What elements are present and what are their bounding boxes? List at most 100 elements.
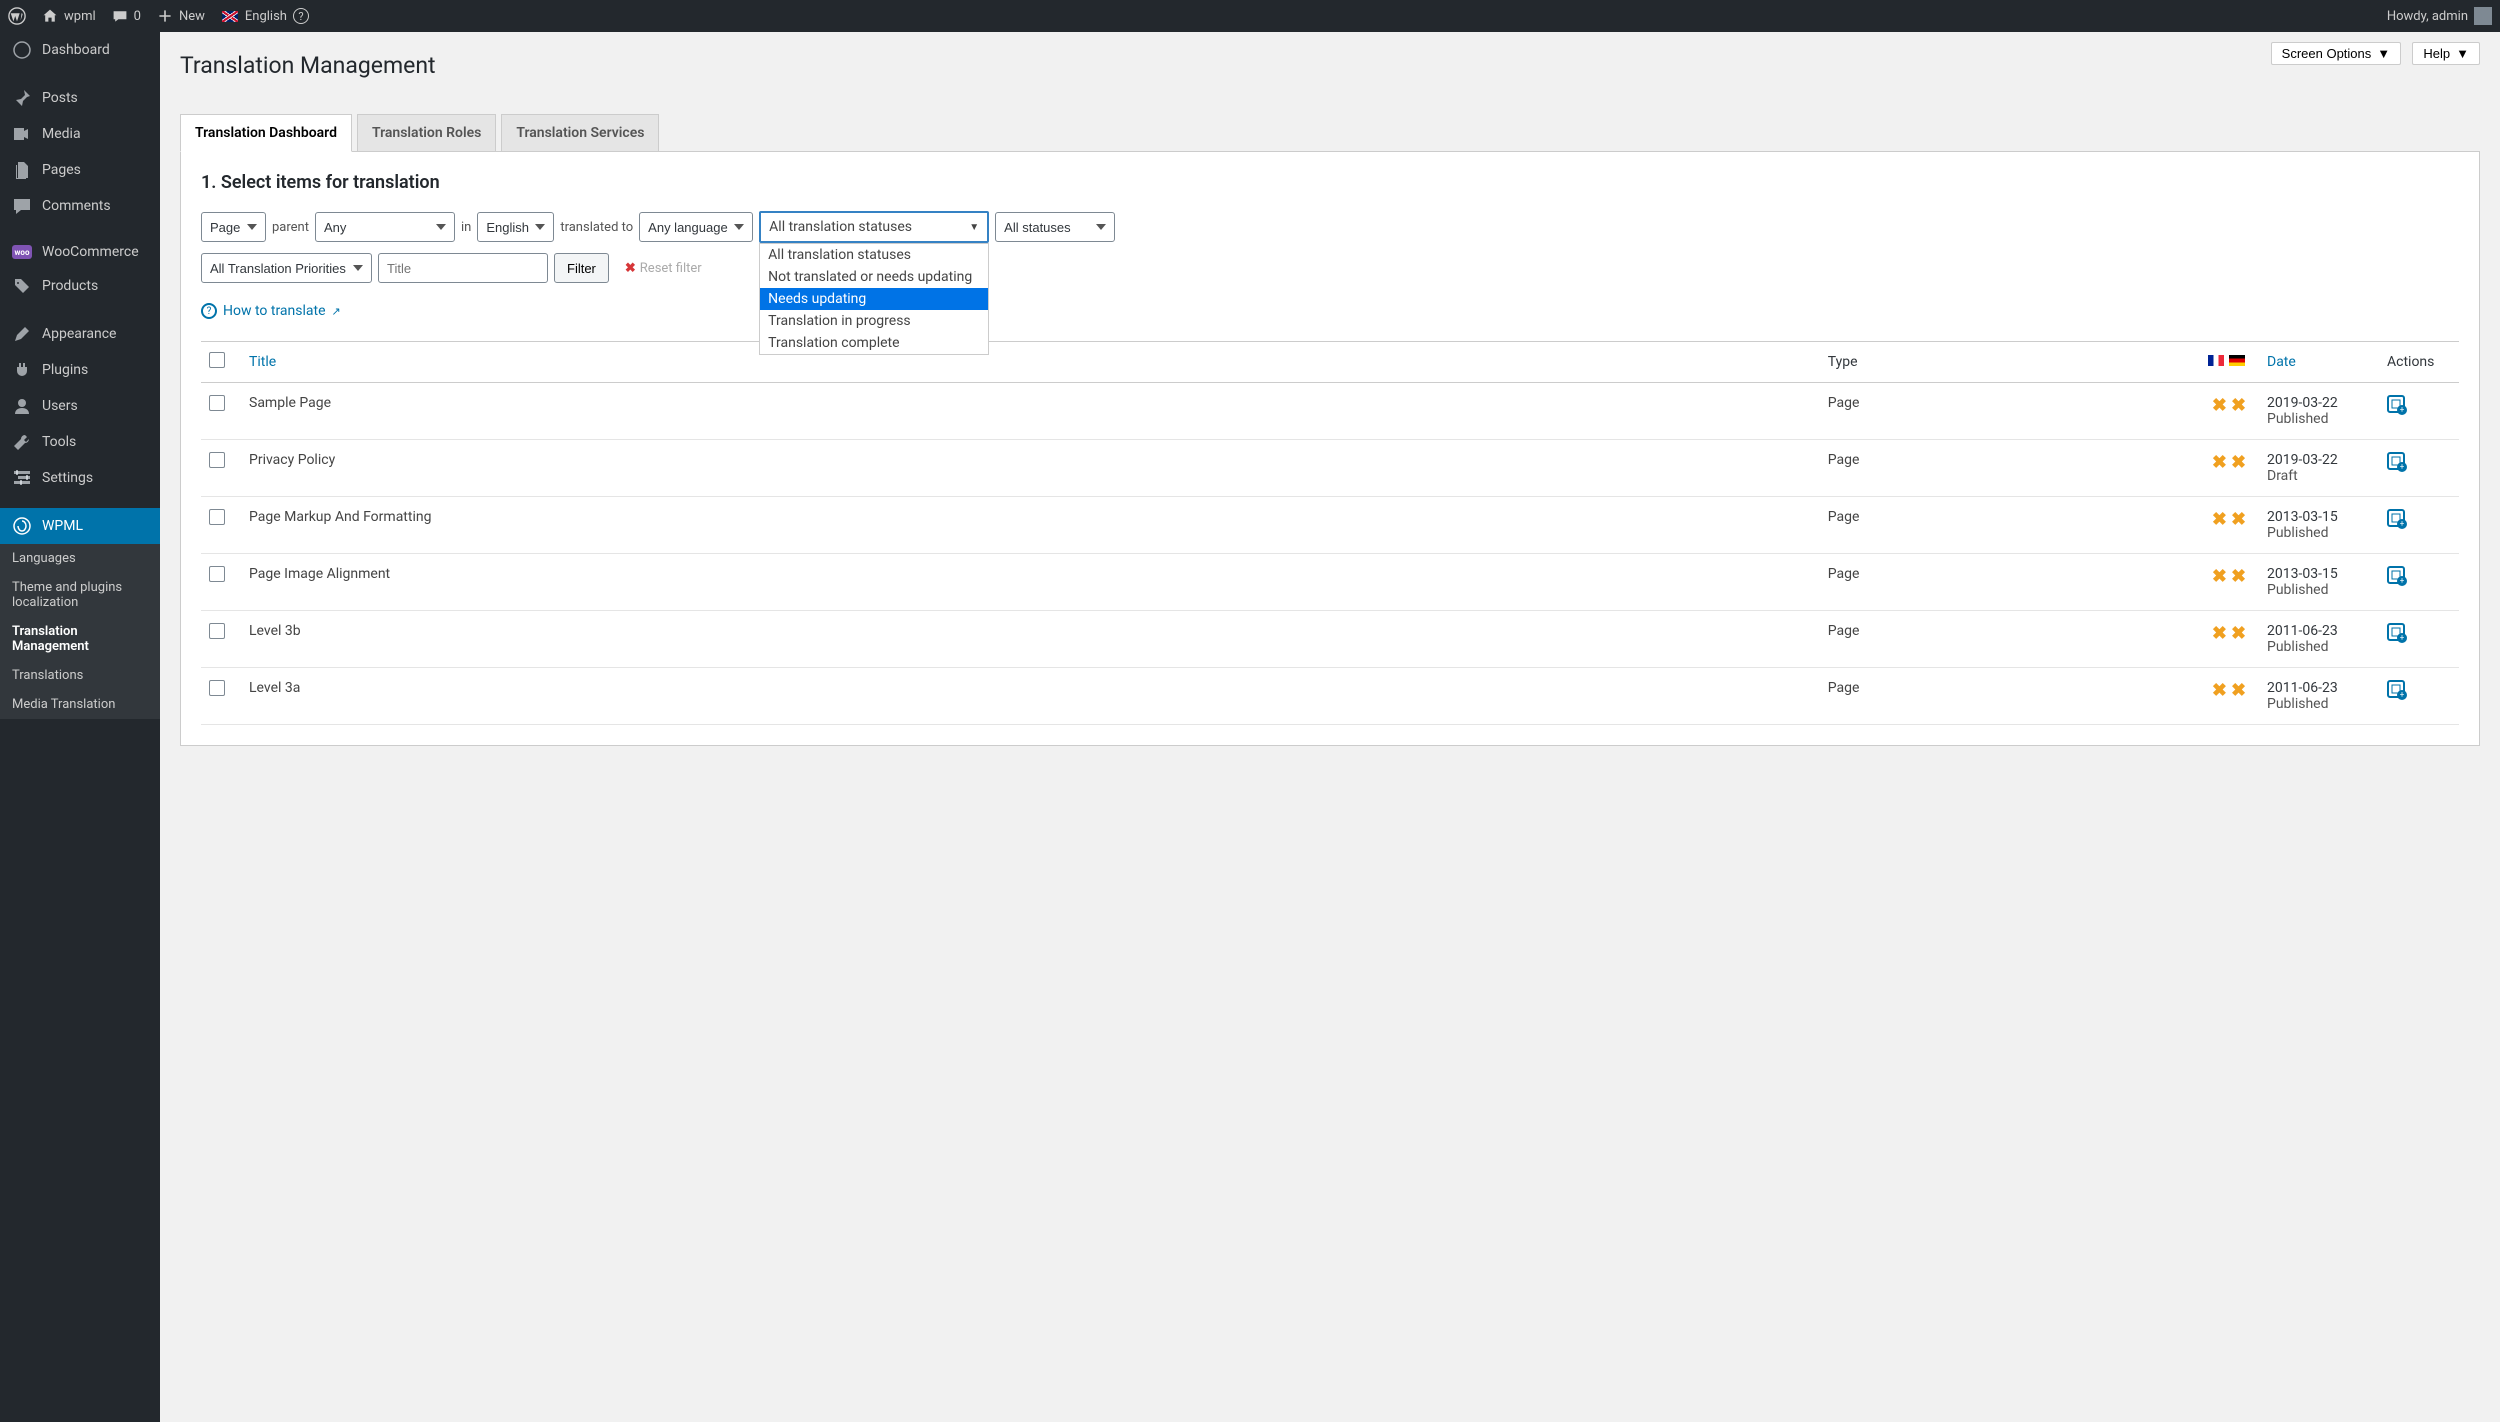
status-option[interactable]: Not translated or needs updating	[760, 266, 988, 288]
table-row: Level 3aPage✖✖2011-06-23Published	[201, 668, 2459, 725]
sidebar-sub-languages[interactable]: Languages	[0, 544, 160, 573]
add-translation-button[interactable]	[2387, 395, 2405, 413]
de-translation-status-icon[interactable]: ✖	[2229, 395, 2248, 416]
row-date: 2019-03-22	[2267, 452, 2371, 468]
fr-translation-status-icon[interactable]: ✖	[2210, 452, 2229, 473]
row-title: Level 3b	[241, 611, 1820, 668]
priority-select[interactable]: All Translation Priorities	[201, 253, 372, 283]
how-to-translate-link[interactable]: ? How to translate ↗	[201, 303, 341, 319]
add-translation-button[interactable]	[2387, 452, 2405, 470]
add-translation-button[interactable]	[2387, 623, 2405, 641]
sidebar-sub-translations[interactable]: Translations	[0, 661, 160, 690]
sidebar-item-plugins[interactable]: Plugins	[0, 352, 160, 388]
sidebar-sub-theme-plugins[interactable]: Theme and plugins localization	[0, 573, 160, 617]
status-option[interactable]: All translation statuses	[760, 244, 988, 266]
comment-icon	[112, 8, 128, 24]
table-row: Page Markup And FormattingPage✖✖2013-03-…	[201, 497, 2459, 554]
reset-filter-link[interactable]: ✖ Reset filter	[625, 261, 702, 276]
sidebar-item-comments[interactable]: Comments	[0, 188, 160, 224]
row-date: 2019-03-22	[2267, 395, 2371, 411]
sidebar-item-settings[interactable]: Settings	[0, 460, 160, 496]
sidebar-item-pages[interactable]: Pages	[0, 152, 160, 188]
sidebar-sub-translation-management[interactable]: Translation Management	[0, 617, 160, 661]
row-date: 2013-03-15	[2267, 509, 2371, 525]
row-checkbox[interactable]	[209, 395, 225, 411]
status-option[interactable]: Needs updating	[760, 288, 988, 310]
fr-translation-status-icon[interactable]: ✖	[2210, 566, 2229, 587]
col-date[interactable]: Date	[2259, 342, 2379, 383]
fr-translation-status-icon[interactable]: ✖	[2210, 395, 2229, 416]
comments-link[interactable]: 0	[112, 8, 141, 24]
wp-logo-icon[interactable]	[8, 7, 26, 25]
external-link-icon: ↗	[332, 305, 341, 318]
table-row: Level 3bPage✖✖2011-06-23Published	[201, 611, 2459, 668]
items-table: Title Type Date Actions Sample PagePage✖…	[201, 341, 2459, 725]
table-row: Sample PagePage✖✖2019-03-22Published	[201, 383, 2459, 440]
de-translation-status-icon[interactable]: ✖	[2229, 566, 2248, 587]
screen-options-button[interactable]: Screen Options ▼	[2271, 42, 2401, 65]
col-type: Type	[1820, 342, 2199, 383]
source-language-select[interactable]: English	[477, 212, 554, 242]
fr-translation-status-icon[interactable]: ✖	[2210, 509, 2229, 530]
row-checkbox[interactable]	[209, 452, 225, 468]
row-title: Level 3a	[241, 668, 1820, 725]
tab-translation-services[interactable]: Translation Services	[501, 114, 659, 152]
tab-translation-dashboard[interactable]: Translation Dashboard	[180, 114, 352, 152]
sidebar-item-tools[interactable]: Tools	[0, 424, 160, 460]
plugins-icon	[12, 360, 32, 380]
de-translation-status-icon[interactable]: ✖	[2229, 680, 2248, 701]
row-date: 2011-06-23	[2267, 623, 2371, 639]
sidebar-item-woocommerce[interactable]: woo WooCommerce	[0, 236, 160, 268]
sidebar-item-wpml[interactable]: WPML	[0, 508, 160, 544]
status-option[interactable]: Translation complete	[760, 332, 988, 354]
tab-translation-roles[interactable]: Translation Roles	[357, 114, 496, 152]
row-status: Published	[2267, 525, 2371, 541]
sidebar-item-products[interactable]: Products	[0, 268, 160, 304]
site-home-link[interactable]: wpml	[42, 8, 96, 24]
publish-status-select[interactable]: All statuses	[995, 212, 1115, 242]
sidebar-item-label: Posts	[42, 90, 78, 106]
select-all-checkbox[interactable]	[209, 352, 225, 368]
fr-translation-status-icon[interactable]: ✖	[2210, 680, 2229, 701]
status-option[interactable]: Translation in progress	[760, 310, 988, 332]
de-translation-status-icon[interactable]: ✖	[2229, 452, 2248, 473]
row-checkbox[interactable]	[209, 509, 225, 525]
col-title[interactable]: Title	[241, 342, 1820, 383]
row-checkbox[interactable]	[209, 680, 225, 696]
de-translation-status-icon[interactable]: ✖	[2229, 623, 2248, 644]
row-date: 2011-06-23	[2267, 680, 2371, 696]
fr-translation-status-icon[interactable]: ✖	[2210, 623, 2229, 644]
sidebar-sub-media-translation[interactable]: Media Translation	[0, 690, 160, 719]
sidebar-item-users[interactable]: Users	[0, 388, 160, 424]
sidebar-item-media[interactable]: Media	[0, 116, 160, 152]
language-switcher[interactable]: English ?	[221, 8, 309, 24]
help-button[interactable]: Help ▼	[2412, 42, 2480, 65]
title-search-input[interactable]	[378, 253, 548, 283]
add-translation-button[interactable]	[2387, 509, 2405, 527]
sidebar-item-appearance[interactable]: Appearance	[0, 316, 160, 352]
target-language-select[interactable]: Any language	[639, 212, 753, 242]
greeting-text: Howdy, admin	[2387, 9, 2468, 24]
new-content-link[interactable]: New	[157, 8, 205, 24]
row-checkbox[interactable]	[209, 623, 225, 639]
row-type: Page	[1820, 497, 2199, 554]
dashboard-icon	[12, 40, 32, 60]
row-checkbox[interactable]	[209, 566, 225, 582]
in-label: in	[461, 220, 471, 235]
add-translation-button[interactable]	[2387, 566, 2405, 584]
add-translation-button[interactable]	[2387, 680, 2405, 698]
parent-select[interactable]: Any	[315, 212, 455, 242]
sidebar-item-label: Pages	[42, 162, 81, 178]
sidebar-item-posts[interactable]: Posts	[0, 80, 160, 116]
plus-icon	[157, 8, 173, 24]
user-greeting[interactable]: Howdy, admin	[2387, 7, 2492, 25]
de-translation-status-icon[interactable]: ✖	[2229, 509, 2248, 530]
filter-button[interactable]: Filter	[554, 253, 609, 283]
row-status: Draft	[2267, 468, 2371, 484]
chevron-down-icon: ▼	[961, 222, 987, 233]
row-type: Page	[1820, 440, 2199, 497]
post-type-select[interactable]: Page	[201, 212, 266, 242]
translation-status-dropdown[interactable]: All translation statuses ▼ All translati…	[759, 211, 989, 243]
sidebar-item-label: Appearance	[42, 326, 116, 342]
sidebar-item-dashboard[interactable]: Dashboard	[0, 32, 160, 68]
